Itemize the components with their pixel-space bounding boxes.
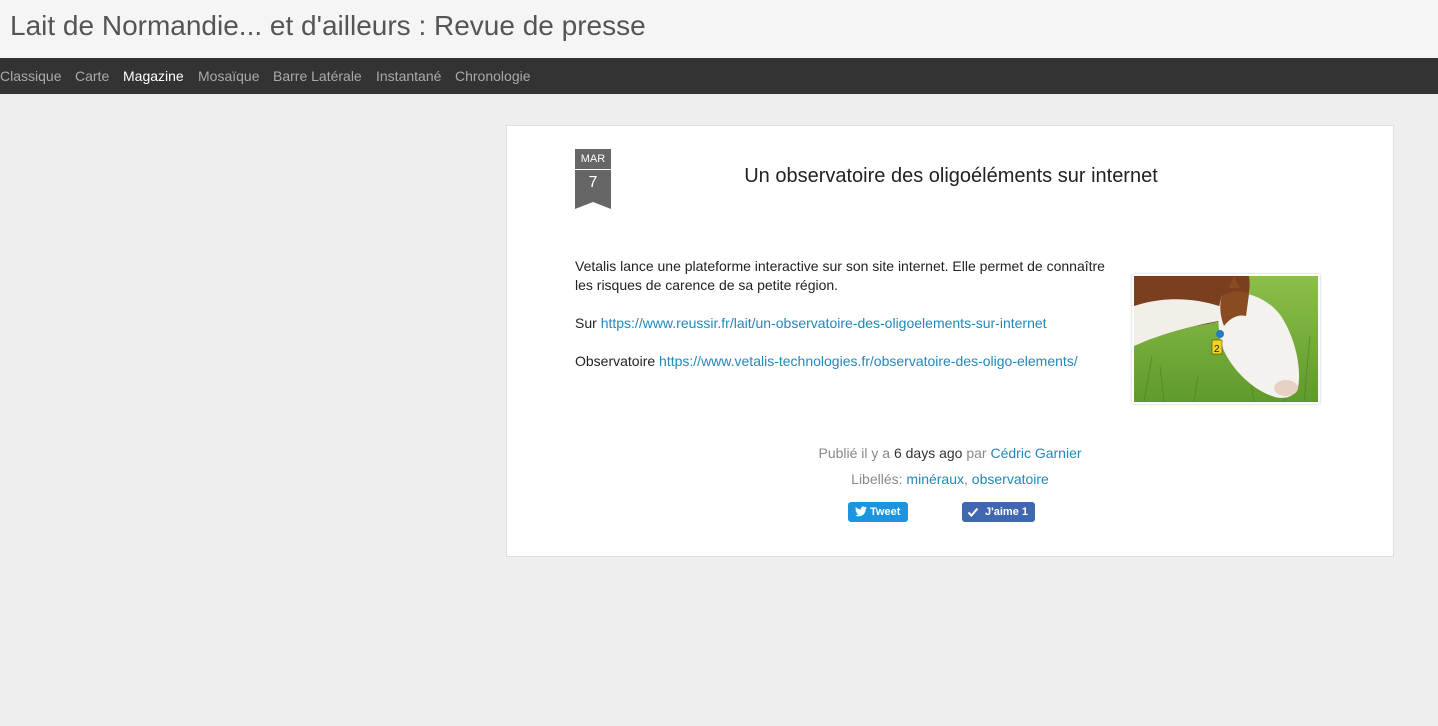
site-header: Lait de Normandie... et d'ailleurs : Rev…	[0, 0, 1438, 58]
nav-item-barre-laterale[interactable]: Barre Latérale	[273, 67, 362, 85]
post-source-line: Sur https://www.reussir.fr/lait/un-obser…	[575, 314, 1115, 333]
post-card: Mar 7 Un observatoire des oligoéléments …	[506, 125, 1394, 557]
like-button[interactable]: J'aime 1	[962, 502, 1035, 522]
author-link[interactable]: Cédric Garnier	[990, 445, 1081, 461]
observatoire-link[interactable]: https://www.vetalis-technologies.fr/obse…	[659, 353, 1078, 369]
tweet-button[interactable]: Tweet	[848, 502, 908, 522]
nav-item-magazine[interactable]: Magazine	[123, 67, 184, 85]
like-label: J'aime 1	[985, 506, 1028, 518]
labels-prefix: Libellés:	[851, 471, 903, 487]
twitter-bird-icon	[855, 506, 867, 517]
label-separator: ,	[964, 471, 968, 487]
source-prefix: Sur	[575, 315, 597, 331]
site-title[interactable]: Lait de Normandie... et d'ailleurs : Rev…	[10, 9, 646, 43]
nav-item-chronologie[interactable]: Chronologie	[455, 67, 531, 85]
label-link-mineraux[interactable]: minéraux	[906, 471, 964, 487]
date-month: Mar	[575, 149, 611, 169]
nav-item-mosaique[interactable]: Mosaïque	[198, 67, 259, 85]
nav-item-instantane[interactable]: Instantané	[376, 67, 441, 85]
published-ago[interactable]: 6 days ago	[894, 445, 963, 461]
nav-item-carte[interactable]: Carte	[75, 67, 109, 85]
post-published-line: Publié il y a 6 days ago par Cédric Garn…	[507, 444, 1393, 463]
label-link-observatoire[interactable]: observatoire	[972, 471, 1049, 487]
date-day: 7	[588, 174, 598, 191]
source-link[interactable]: https://www.reussir.fr/lait/un-observato…	[601, 315, 1047, 331]
view-nav: Classique Carte Magazine Mosaïque Barre …	[0, 58, 1438, 94]
tweet-label: Tweet	[870, 506, 901, 518]
post-title[interactable]: Un observatoire des oligoéléments sur in…	[667, 164, 1235, 188]
cow-grazing-image: 2	[1134, 276, 1318, 402]
date-badge: Mar 7	[575, 149, 611, 209]
post-intro: Vetalis lance une plateforme interactive…	[575, 258, 1105, 293]
post-body: Vetalis lance une plateforme interactive…	[575, 257, 1115, 390]
post-thumbnail[interactable]: 2	[1132, 274, 1320, 404]
checkmark-icon	[967, 507, 979, 517]
published-prefix: Publié il y a	[818, 445, 891, 461]
observatoire-prefix: Observatoire	[575, 353, 656, 369]
post-labels-line: Libellés: minéraux, observatoire	[507, 470, 1393, 489]
published-by: par	[966, 445, 987, 461]
nav-item-classique[interactable]: Classique	[0, 67, 61, 85]
ear-tag-number: 2	[1214, 344, 1220, 355]
post-observatoire-line: Observatoire https://www.vetalis-technol…	[575, 352, 1115, 371]
